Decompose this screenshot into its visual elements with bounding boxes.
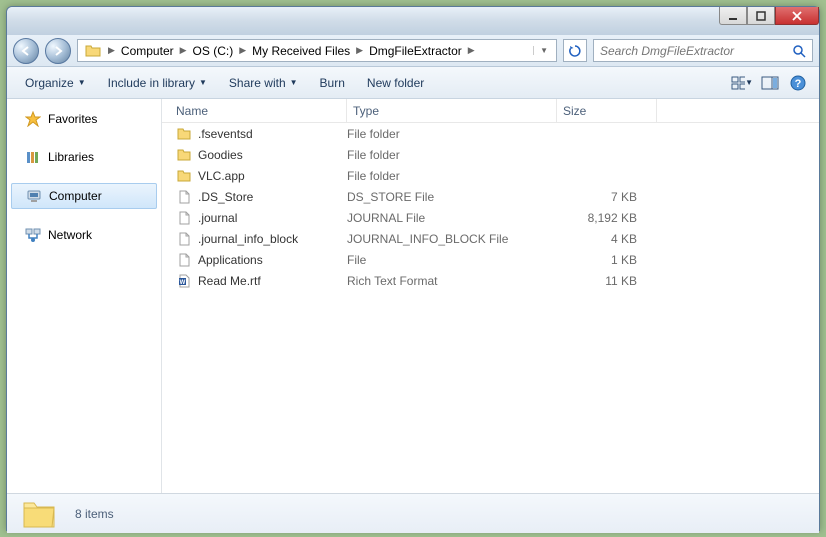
sidebar: Favorites Libraries Computer Network <box>7 99 162 493</box>
preview-pane-button[interactable] <box>759 72 781 94</box>
folder-icon <box>176 126 192 142</box>
new-folder-button[interactable]: New folder <box>359 73 432 93</box>
file-type: DS_STORE File <box>347 190 557 204</box>
file-type: File folder <box>347 148 557 162</box>
folder-icon <box>176 147 192 163</box>
file-name: Goodies <box>198 148 243 162</box>
sidebar-computer[interactable]: Computer <box>11 183 157 209</box>
file-row[interactable]: Applications File1 KB <box>162 249 819 270</box>
breadcrumb-segment[interactable]: Computer <box>117 44 178 58</box>
file-row[interactable]: .journal JOURNAL File8,192 KB <box>162 207 819 228</box>
file-name: Applications <box>198 253 263 267</box>
sidebar-libraries[interactable]: Libraries <box>7 145 161 169</box>
file-row[interactable]: .fseventsd File folder <box>162 123 819 144</box>
navbar: ▶ Computer ▶ OS (C:) ▶ My Received Files… <box>7 35 819 67</box>
file-name: .journal_info_block <box>198 232 298 246</box>
chevron-right-icon[interactable]: ▶ <box>237 45 248 56</box>
file-icon <box>176 189 192 205</box>
rtf-icon: W <box>176 273 192 289</box>
file-row[interactable]: W Read Me.rtf Rich Text Format11 KB <box>162 270 819 291</box>
network-icon <box>25 227 41 243</box>
titlebar <box>7 7 819 35</box>
chevron-right-icon[interactable]: ▶ <box>178 45 189 56</box>
star-icon <box>25 111 41 127</box>
breadcrumb-segment[interactable]: OS (C:) <box>189 44 238 58</box>
file-icon <box>176 210 192 226</box>
file-row[interactable]: Goodies File folder <box>162 144 819 165</box>
file-list: Name Type Size .fseventsdFile folderGood… <box>162 99 819 493</box>
status-bar: 8 items <box>7 493 819 533</box>
share-with-button[interactable]: Share with▼ <box>221 73 306 93</box>
file-size: 4 KB <box>557 232 657 246</box>
file-name: .journal <box>198 211 237 225</box>
include-library-button[interactable]: Include in library▼ <box>100 73 215 93</box>
organize-button[interactable]: Organize▼ <box>17 73 94 93</box>
help-button[interactable]: ? <box>787 72 809 94</box>
file-name: .fseventsd <box>198 127 253 141</box>
sidebar-label: Favorites <box>48 112 97 126</box>
computer-icon <box>26 188 42 204</box>
address-dropdown[interactable]: ▼ <box>533 46 554 55</box>
file-type: JOURNAL File <box>347 211 557 225</box>
folder-icon <box>176 168 192 184</box>
svg-text:W: W <box>180 280 186 286</box>
file-name: .DS_Store <box>198 190 253 204</box>
maximize-button[interactable] <box>747 7 775 25</box>
file-type: JOURNAL_INFO_BLOCK File <box>347 232 557 246</box>
minimize-button[interactable] <box>719 7 747 25</box>
column-name[interactable]: Name <box>162 99 347 122</box>
forward-button[interactable] <box>45 38 71 64</box>
chevron-right-icon[interactable]: ▶ <box>106 45 117 56</box>
view-options-button[interactable]: ▼ <box>731 72 753 94</box>
file-type: File folder <box>347 169 557 183</box>
file-row[interactable]: .journal_info_block JOURNAL_INFO_BLOCK Fi… <box>162 228 819 249</box>
column-headers: Name Type Size <box>162 99 819 123</box>
sidebar-favorites[interactable]: Favorites <box>7 107 161 131</box>
address-bar[interactable]: ▶ Computer ▶ OS (C:) ▶ My Received Files… <box>77 39 557 62</box>
column-type[interactable]: Type <box>347 99 557 122</box>
column-size[interactable]: Size <box>557 99 657 122</box>
svg-text:?: ? <box>795 78 802 90</box>
file-size: 11 KB <box>557 274 657 288</box>
sidebar-network[interactable]: Network <box>7 223 161 247</box>
file-size: 7 KB <box>557 190 657 204</box>
file-size: 8,192 KB <box>557 211 657 225</box>
search-box[interactable] <box>593 39 813 62</box>
search-input[interactable] <box>600 44 792 58</box>
chevron-right-icon[interactable]: ▶ <box>354 45 365 56</box>
file-row[interactable]: VLC.app File folder <box>162 165 819 186</box>
file-size: 1 KB <box>557 253 657 267</box>
sidebar-label: Computer <box>49 189 102 203</box>
chevron-right-icon[interactable]: ▶ <box>466 45 477 56</box>
back-button[interactable] <box>13 38 39 64</box>
file-type: Rich Text Format <box>347 274 557 288</box>
file-row[interactable]: .DS_Store DS_STORE File7 KB <box>162 186 819 207</box>
sidebar-label: Libraries <box>48 150 94 164</box>
explorer-window: ▶ Computer ▶ OS (C:) ▶ My Received Files… <box>6 6 820 531</box>
folder-icon <box>19 494 59 534</box>
toolbar: Organize▼ Include in library▼ Share with… <box>7 67 819 99</box>
libraries-icon <box>25 149 41 165</box>
body: Favorites Libraries Computer Network Nam… <box>7 99 819 493</box>
file-name: Read Me.rtf <box>198 274 261 288</box>
file-name: VLC.app <box>198 169 245 183</box>
breadcrumb-segment[interactable]: DmgFileExtractor <box>365 44 466 58</box>
folder-icon <box>84 42 102 60</box>
search-icon[interactable] <box>792 44 806 58</box>
file-type: File folder <box>347 127 557 141</box>
item-count: 8 items <box>75 507 114 521</box>
file-icon <box>176 252 192 268</box>
sidebar-label: Network <box>48 228 92 242</box>
breadcrumb-segment[interactable]: My Received Files <box>248 44 354 58</box>
close-button[interactable] <box>775 7 819 25</box>
file-type: File <box>347 253 557 267</box>
refresh-button[interactable] <box>563 39 587 62</box>
burn-button[interactable]: Burn <box>312 73 353 93</box>
file-icon <box>176 231 192 247</box>
